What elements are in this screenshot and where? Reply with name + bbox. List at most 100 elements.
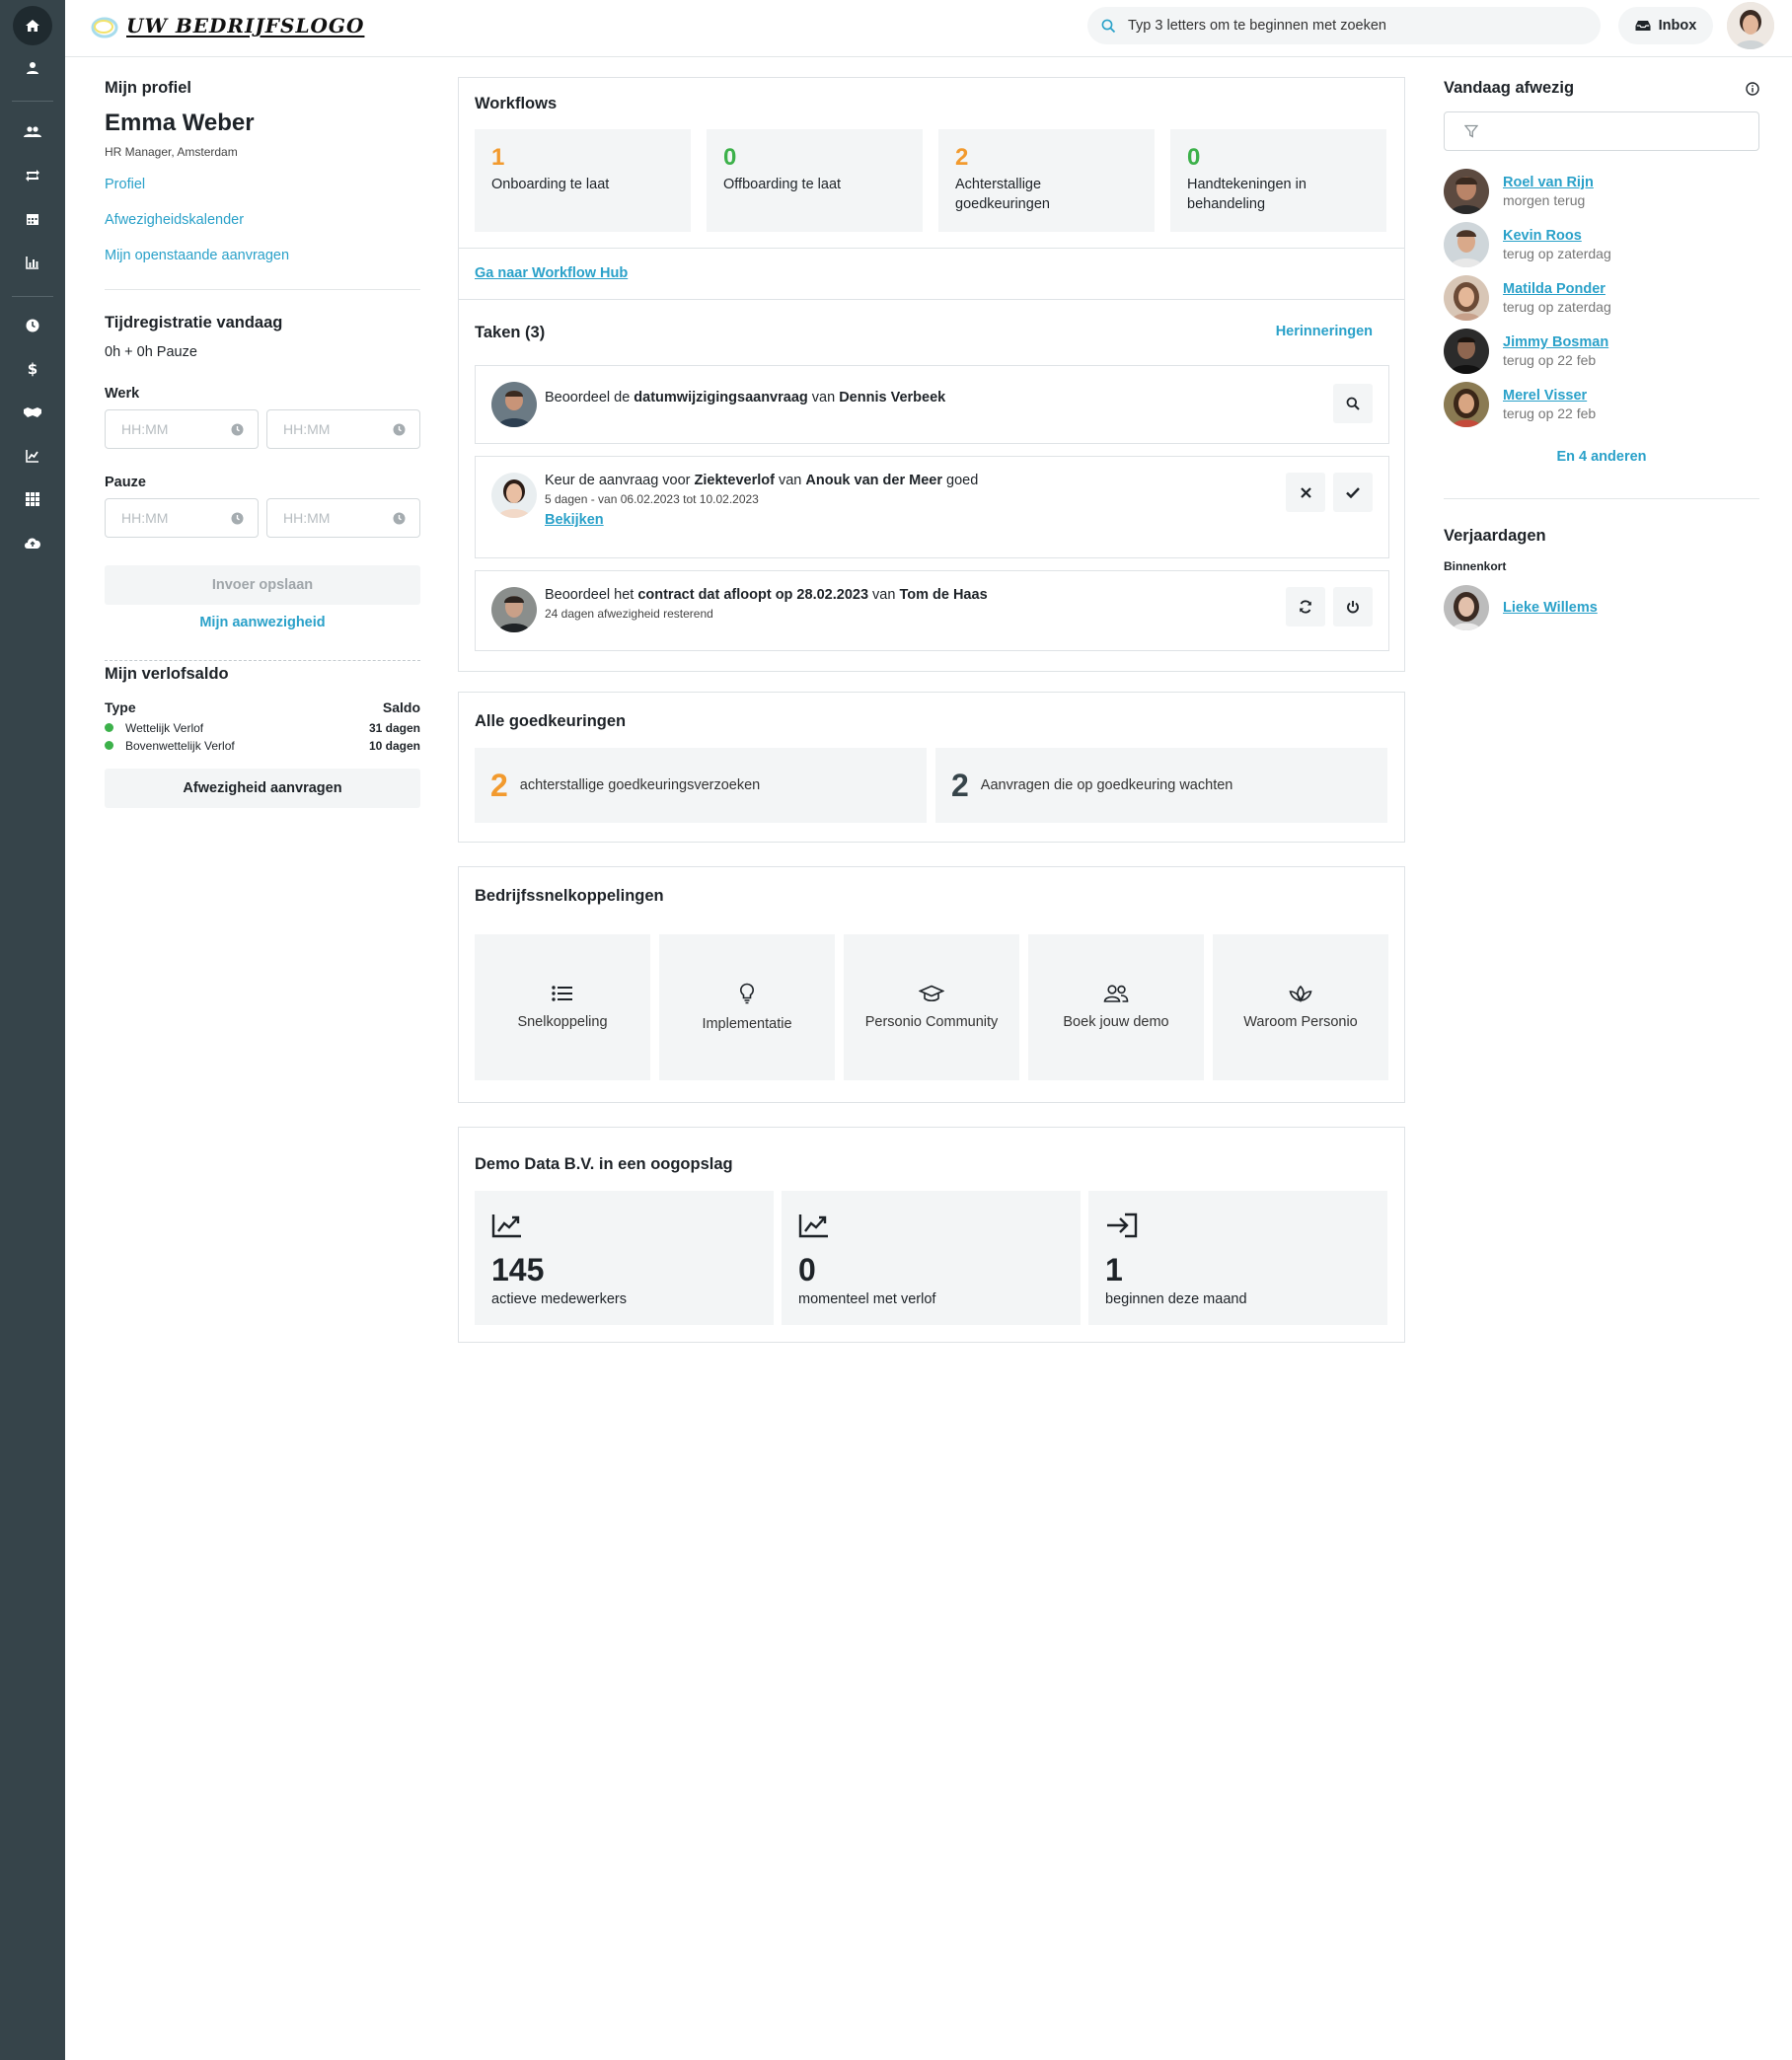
- avatar: [1444, 585, 1489, 630]
- approve-button[interactable]: [1333, 473, 1373, 512]
- work-end-input[interactable]: HH:MM: [266, 409, 420, 449]
- check-icon: [1346, 486, 1360, 498]
- leave-row: Bovenwettelijk Verlof 10 dagen: [105, 739, 420, 753]
- view-button[interactable]: [1333, 384, 1373, 423]
- overview-title: Demo Data B.V. in een oogopslag: [475, 1155, 733, 1173]
- my-attendance-link[interactable]: Mijn aanwezigheid: [105, 615, 420, 630]
- pending-approvals-tile[interactable]: 2 Aanvragen die op goedkeuring wachten: [935, 748, 1387, 823]
- avatar: [1444, 382, 1489, 427]
- workflow-tile-approvals[interactable]: 2 Achterstallige goedkeuringen: [938, 129, 1155, 232]
- active-employees-tile[interactable]: 145 actieve medewerkers: [475, 1191, 774, 1325]
- company-shortcuts-card: Bedrijfssnelkoppelingen Snelkoppeling Im…: [458, 866, 1405, 1103]
- approvals-title: Alle goedkeuringen: [475, 712, 627, 730]
- absent-today-title: Vandaag afwezig: [1444, 79, 1575, 97]
- absent-person[interactable]: Matilda Ponder terug op zaterdag: [1444, 271, 1759, 325]
- shortcut-waroom-personio[interactable]: Waroom Personio: [1213, 934, 1388, 1080]
- on-leave-tile[interactable]: 0 momenteel met verlof: [782, 1191, 1081, 1325]
- clock-icon[interactable]: [13, 306, 52, 345]
- birthday-person[interactable]: Lieke Willems: [1444, 581, 1759, 634]
- person-icon[interactable]: [13, 48, 52, 88]
- cloud-upload-icon[interactable]: [13, 523, 52, 562]
- avatar: [1444, 329, 1489, 374]
- logo-text: UW BEDRIJFSLOGO: [126, 14, 365, 37]
- handshake-icon[interactable]: [13, 393, 52, 432]
- avatar: [491, 587, 537, 632]
- task-text: Beoordeel de datumwijzigingsaanvraag van…: [545, 390, 946, 405]
- company-logo[interactable]: UW BEDRIJFSLOGO: [91, 12, 364, 39]
- list-icon: [552, 986, 572, 1001]
- divider: [105, 289, 420, 290]
- workflow-tile-offboarding[interactable]: 0 Offboarding te laat: [707, 129, 923, 232]
- top-bar: UW BEDRIJFSLOGO Typ 3 letters om te begi…: [65, 0, 1792, 57]
- save-entry-button[interactable]: Invoer opslaan: [105, 565, 420, 605]
- rail-divider: [12, 101, 53, 102]
- work-start-input[interactable]: HH:MM: [105, 409, 259, 449]
- info-icon[interactable]: [1746, 81, 1759, 96]
- absent-person[interactable]: Roel van Rijn morgen terug: [1444, 165, 1759, 218]
- home-icon[interactable]: [13, 6, 52, 45]
- company-overview-card: Demo Data B.V. in een oogopslag 145 acti…: [458, 1127, 1405, 1343]
- trend-up-icon: [798, 1214, 828, 1238]
- absent-person[interactable]: Merel Visser terug op 22 feb: [1444, 378, 1759, 431]
- terminate-button[interactable]: [1333, 587, 1373, 626]
- profile-role: HR Manager, Amsterdam: [105, 145, 238, 159]
- switch-icon[interactable]: [13, 156, 52, 195]
- shortcuts-title: Bedrijfssnelkoppelingen: [475, 887, 664, 905]
- profile-link[interactable]: Profiel: [105, 177, 420, 192]
- starting-this-month-tile[interactable]: 1 beginnen deze maand: [1088, 1191, 1387, 1325]
- leave-balance-title: Mijn verlofsaldo: [105, 665, 229, 683]
- reminders-link[interactable]: Herinneringen: [1276, 324, 1373, 339]
- chart-icon[interactable]: [13, 243, 52, 282]
- clock-icon: [393, 423, 406, 435]
- user-avatar[interactable]: [1727, 2, 1774, 49]
- calendar-icon[interactable]: [13, 199, 52, 239]
- graduation-cap-icon: [919, 985, 944, 1002]
- workflows-title: Workflows: [475, 95, 558, 112]
- workflow-hub-link[interactable]: Ga naar Workflow Hub: [475, 265, 628, 281]
- power-icon: [1347, 601, 1359, 614]
- leave-row: Wettelijk Verlof 31 dagen: [105, 721, 420, 735]
- lightbulb-icon: [740, 983, 754, 1004]
- clock-icon: [231, 512, 244, 524]
- logo-mark-icon: [91, 17, 118, 38]
- absent-person[interactable]: Kevin Roos terug op zaterdag: [1444, 218, 1759, 271]
- shortcut-personio-community[interactable]: Personio Community: [844, 934, 1019, 1080]
- search-input[interactable]: Typ 3 letters om te beginnen met zoeken: [1087, 7, 1601, 44]
- absent-person[interactable]: Jimmy Bosman terug op 22 feb: [1444, 325, 1759, 378]
- break-start-input[interactable]: HH:MM: [105, 498, 259, 538]
- filter-input[interactable]: [1444, 111, 1759, 151]
- divider: [459, 248, 1404, 249]
- shortcut-snelkoppeling[interactable]: Snelkoppeling: [475, 934, 650, 1080]
- view-request-link[interactable]: Bekijken: [545, 512, 978, 528]
- absence-calendar-link[interactable]: Afwezigheidskalender: [105, 212, 420, 228]
- break-end-input[interactable]: HH:MM: [266, 498, 420, 538]
- workflow-tile-onboarding[interactable]: 1 Onboarding te laat: [475, 129, 691, 232]
- inbox-button[interactable]: Inbox: [1618, 7, 1713, 44]
- reject-button[interactable]: [1286, 473, 1325, 512]
- close-icon: [1300, 486, 1311, 498]
- task-subtext: 5 dagen - van 06.02.2023 tot 10.02.2023: [545, 492, 759, 506]
- open-requests-link[interactable]: Mijn openstaande aanvragen: [105, 248, 420, 263]
- show-more-link[interactable]: En 4 anderen: [1444, 449, 1759, 465]
- tasks-card: Taken (3) Herinneringen Beoordeel de dat…: [458, 300, 1405, 672]
- trend-icon[interactable]: [13, 436, 52, 476]
- renew-button[interactable]: [1286, 587, 1325, 626]
- workflows-card: Workflows 1 Onboarding te laat 0 Offboar…: [458, 77, 1405, 300]
- inbox-label: Inbox: [1658, 18, 1697, 34]
- clock-icon: [393, 512, 406, 524]
- dollar-icon[interactable]: $: [13, 349, 52, 389]
- search-placeholder: Typ 3 letters om te beginnen met zoeken: [1128, 18, 1386, 34]
- shortcut-implementatie[interactable]: Implementatie: [659, 934, 835, 1080]
- avatar: [491, 473, 537, 518]
- grid-icon[interactable]: [13, 479, 52, 519]
- status-dot: [105, 723, 113, 732]
- people-icon: [1103, 985, 1129, 1002]
- overdue-approvals-tile[interactable]: 2 achterstallige goedkeuringsverzoeken: [475, 748, 927, 823]
- shortcut-boek-demo[interactable]: Boek jouw demo: [1028, 934, 1204, 1080]
- people-icon[interactable]: [13, 112, 52, 152]
- workflow-tile-signatures[interactable]: 0 Handtekeningen in behandeling: [1170, 129, 1386, 232]
- time-tracking-title: Tijdregistratie vandaag: [105, 314, 283, 331]
- birthdays-title: Verjaardagen: [1444, 527, 1546, 545]
- request-absence-button[interactable]: Afwezigheid aanvragen: [105, 769, 420, 808]
- status-dot: [105, 741, 113, 750]
